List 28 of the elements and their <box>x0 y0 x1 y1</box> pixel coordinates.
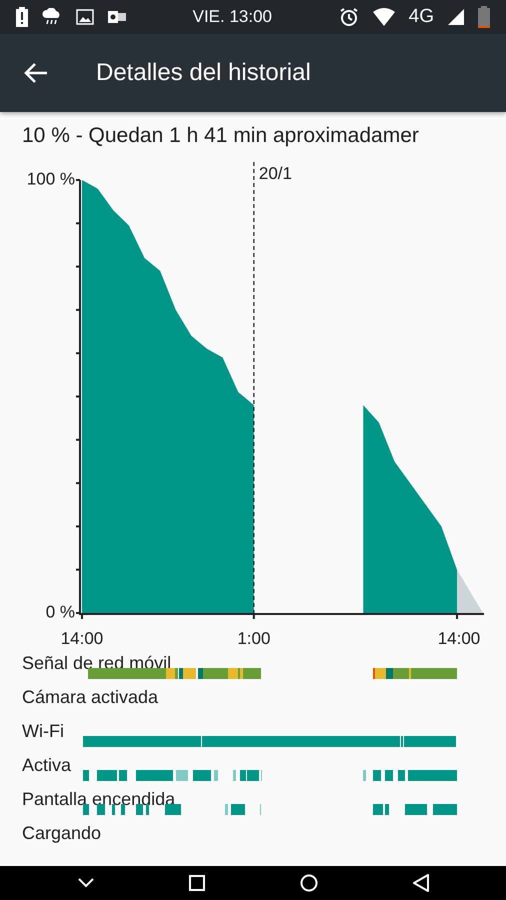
activity-label: Activa <box>22 755 72 775</box>
battery-summary: 10 % - Quedan 1 h 41 min aproximadamer <box>21 123 420 149</box>
image-icon <box>76 9 94 25</box>
clock-time: VIE. 13:00 <box>192 7 272 27</box>
y-tick-label: 100 % <box>26 169 75 188</box>
date-label: 20/1 <box>258 164 292 183</box>
activity-label: Wi-Fi <box>22 721 64 741</box>
wifi-icon <box>372 8 395 26</box>
alarm-icon <box>338 7 359 27</box>
y-tick-label: 0 % <box>46 602 75 622</box>
signal-icon <box>448 9 464 25</box>
back-button[interactable] <box>412 874 428 892</box>
rain-cloud-icon <box>42 8 62 26</box>
collapse-chevron-icon[interactable] <box>78 878 94 888</box>
activity-label: Pantalla encendida <box>22 789 176 809</box>
activity-label: Cargando <box>22 823 102 843</box>
network-type: 4G <box>408 6 434 28</box>
battery-alert-icon <box>16 7 28 27</box>
activity-label: Cámara activada <box>22 687 158 707</box>
recents-button[interactable] <box>188 875 204 891</box>
back-arrow-icon[interactable] <box>24 62 48 84</box>
x-tick-label: 14:00 <box>60 629 104 648</box>
screen-title: Detalles del historial <box>96 59 311 87</box>
battery-low-icon <box>478 6 490 28</box>
home-button[interactable] <box>300 874 318 892</box>
x-tick-label: 1:00 <box>237 629 270 648</box>
x-tick-label: 14:00 <box>438 629 480 648</box>
mail-icon <box>108 9 126 25</box>
